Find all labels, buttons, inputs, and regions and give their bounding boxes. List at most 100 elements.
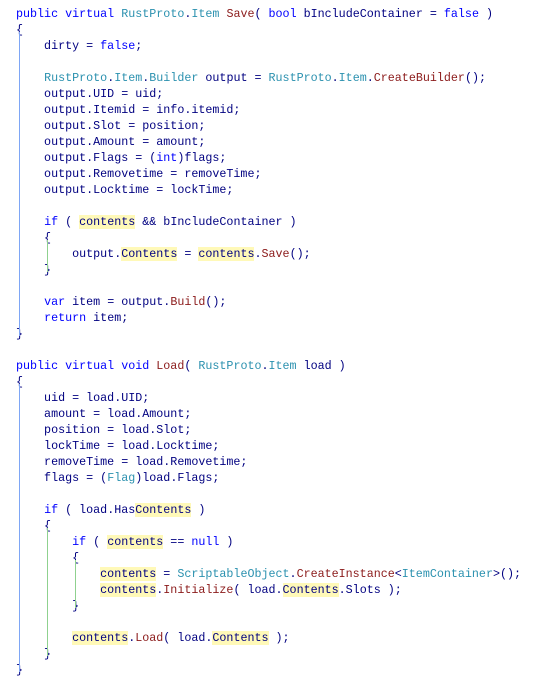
code-line[interactable]: { [16, 518, 521, 534]
code-line[interactable]: } [16, 598, 521, 614]
code-token: false [100, 39, 136, 53]
highlighted-reference: contents [198, 247, 255, 261]
indent-guide [47, 528, 48, 656]
code-line[interactable]: output.Contents = contents.Save(); [16, 246, 521, 262]
code-token: Flag [107, 471, 136, 485]
code-line[interactable] [16, 342, 521, 358]
code-line[interactable]: lockTime = load.Locktime; [16, 438, 521, 454]
code-line[interactable]: output.Locktime = lockTime; [16, 182, 521, 198]
code-line[interactable]: contents.Initialize( load.Contents.Slots… [16, 582, 521, 598]
code-line[interactable]: dirty = false; [16, 38, 521, 54]
code-line[interactable]: RustProto.Item.Builder output = RustProt… [16, 70, 521, 86]
code-line[interactable]: output.Flags = (int)flags; [16, 150, 521, 166]
code-line[interactable]: if ( load.HasContents ) [16, 502, 521, 518]
code-token: ) [478, 7, 493, 21]
code-token: . [289, 567, 297, 581]
indent-guide [19, 384, 20, 672]
code-token: false [443, 7, 479, 21]
code-token: removeTime = load.Removetime; [16, 455, 248, 469]
code-line[interactable] [16, 278, 521, 294]
code-token: bool [268, 7, 297, 21]
code-token: RustProto [121, 7, 185, 21]
code-token: .Slots ); [338, 583, 402, 597]
code-token: return [44, 311, 87, 325]
code-line[interactable]: amount = load.Amount; [16, 406, 521, 422]
code-token: RustProto [198, 359, 262, 373]
code-token: flags = ( [16, 471, 108, 485]
code-token: { [16, 519, 52, 533]
code-token: . [261, 359, 269, 373]
indent-guide [19, 32, 20, 336]
code-token: )flags; [177, 151, 227, 165]
code-token: ; [135, 39, 143, 53]
code-token: int [156, 151, 178, 165]
code-token: load ) [296, 359, 346, 373]
code-line[interactable]: if ( contents == null ) [16, 534, 521, 550]
code-line[interactable]: output.Slot = position; [16, 118, 521, 134]
code-token: Item [338, 71, 367, 85]
code-line[interactable]: output.Removetime = removeTime; [16, 166, 521, 182]
indent-guide [75, 560, 76, 608]
code-token: output.Flags = ( [16, 151, 157, 165]
code-line[interactable]: } [16, 646, 521, 662]
code-line[interactable] [16, 486, 521, 502]
code-line[interactable]: return item; [16, 310, 521, 326]
code-line[interactable] [16, 614, 521, 630]
code-line[interactable] [16, 54, 521, 70]
code-line[interactable]: } [16, 662, 521, 678]
code-token: . [331, 71, 339, 85]
code-line[interactable]: output.Itemid = info.itemid; [16, 102, 521, 118]
code-token: = [177, 247, 199, 261]
code-line[interactable]: position = load.Slot; [16, 422, 521, 438]
code-token: . [254, 247, 262, 261]
code-line[interactable]: } [16, 262, 521, 278]
code-line[interactable]: public virtual void Load( RustProto.Item… [16, 358, 521, 374]
code-token: ( load.Has [58, 503, 136, 517]
code-token: bIncludeContainer = [296, 7, 444, 21]
code-line[interactable]: var item = output.Build(); [16, 294, 521, 310]
code-token: lockTime = load.Locktime; [16, 439, 220, 453]
code-line[interactable] [16, 198, 521, 214]
code-token: if [72, 535, 87, 549]
code-token: ItemContainer [401, 567, 493, 581]
code-line[interactable]: removeTime = load.Removetime; [16, 454, 521, 470]
highlighted-reference: Contents [135, 503, 192, 517]
code-token: ( [254, 7, 269, 21]
code-token: Item [191, 7, 220, 21]
code-line[interactable]: { [16, 22, 521, 38]
code-line[interactable]: output.Amount = amount; [16, 134, 521, 150]
code-line[interactable]: { [16, 230, 521, 246]
code-line[interactable]: public virtual RustProto.Item Save( bool… [16, 6, 521, 22]
code-line[interactable]: if ( contents && bIncludeContainer ) [16, 214, 521, 230]
code-token: ); [268, 631, 290, 645]
code-token: ( load. [233, 583, 283, 597]
code-editor[interactable]: public virtual RustProto.Item Save( bool… [16, 6, 521, 678]
highlighted-reference: Contents [212, 631, 269, 645]
code-token: ScriptableObject [177, 567, 290, 581]
code-line[interactable]: output.UID = uid; [16, 86, 521, 102]
code-token: Initialize [163, 583, 234, 597]
highlighted-reference: contents [100, 567, 157, 581]
code-line[interactable]: { [16, 374, 521, 390]
code-token: CreateInstance [296, 567, 395, 581]
code-token: { [16, 231, 52, 245]
code-line[interactable]: contents.Load( load.Contents ); [16, 630, 521, 646]
code-token: Build [170, 295, 206, 309]
code-token: output.Removetime = removeTime; [16, 167, 262, 181]
code-line[interactable]: uid = load.UID; [16, 390, 521, 406]
code-line[interactable]: flags = (Flag)load.Flags; [16, 470, 521, 486]
code-token: && bIncludeContainer ) [135, 215, 297, 229]
code-token: Load [135, 631, 164, 645]
code-line[interactable]: contents = ScriptableObject.CreateInstan… [16, 566, 521, 582]
code-line[interactable]: } [16, 326, 521, 342]
code-token: (); [205, 295, 227, 309]
code-token: item; [86, 311, 129, 325]
code-line[interactable]: { [16, 550, 521, 566]
code-token: ( [58, 215, 80, 229]
code-token: ( load. [163, 631, 213, 645]
